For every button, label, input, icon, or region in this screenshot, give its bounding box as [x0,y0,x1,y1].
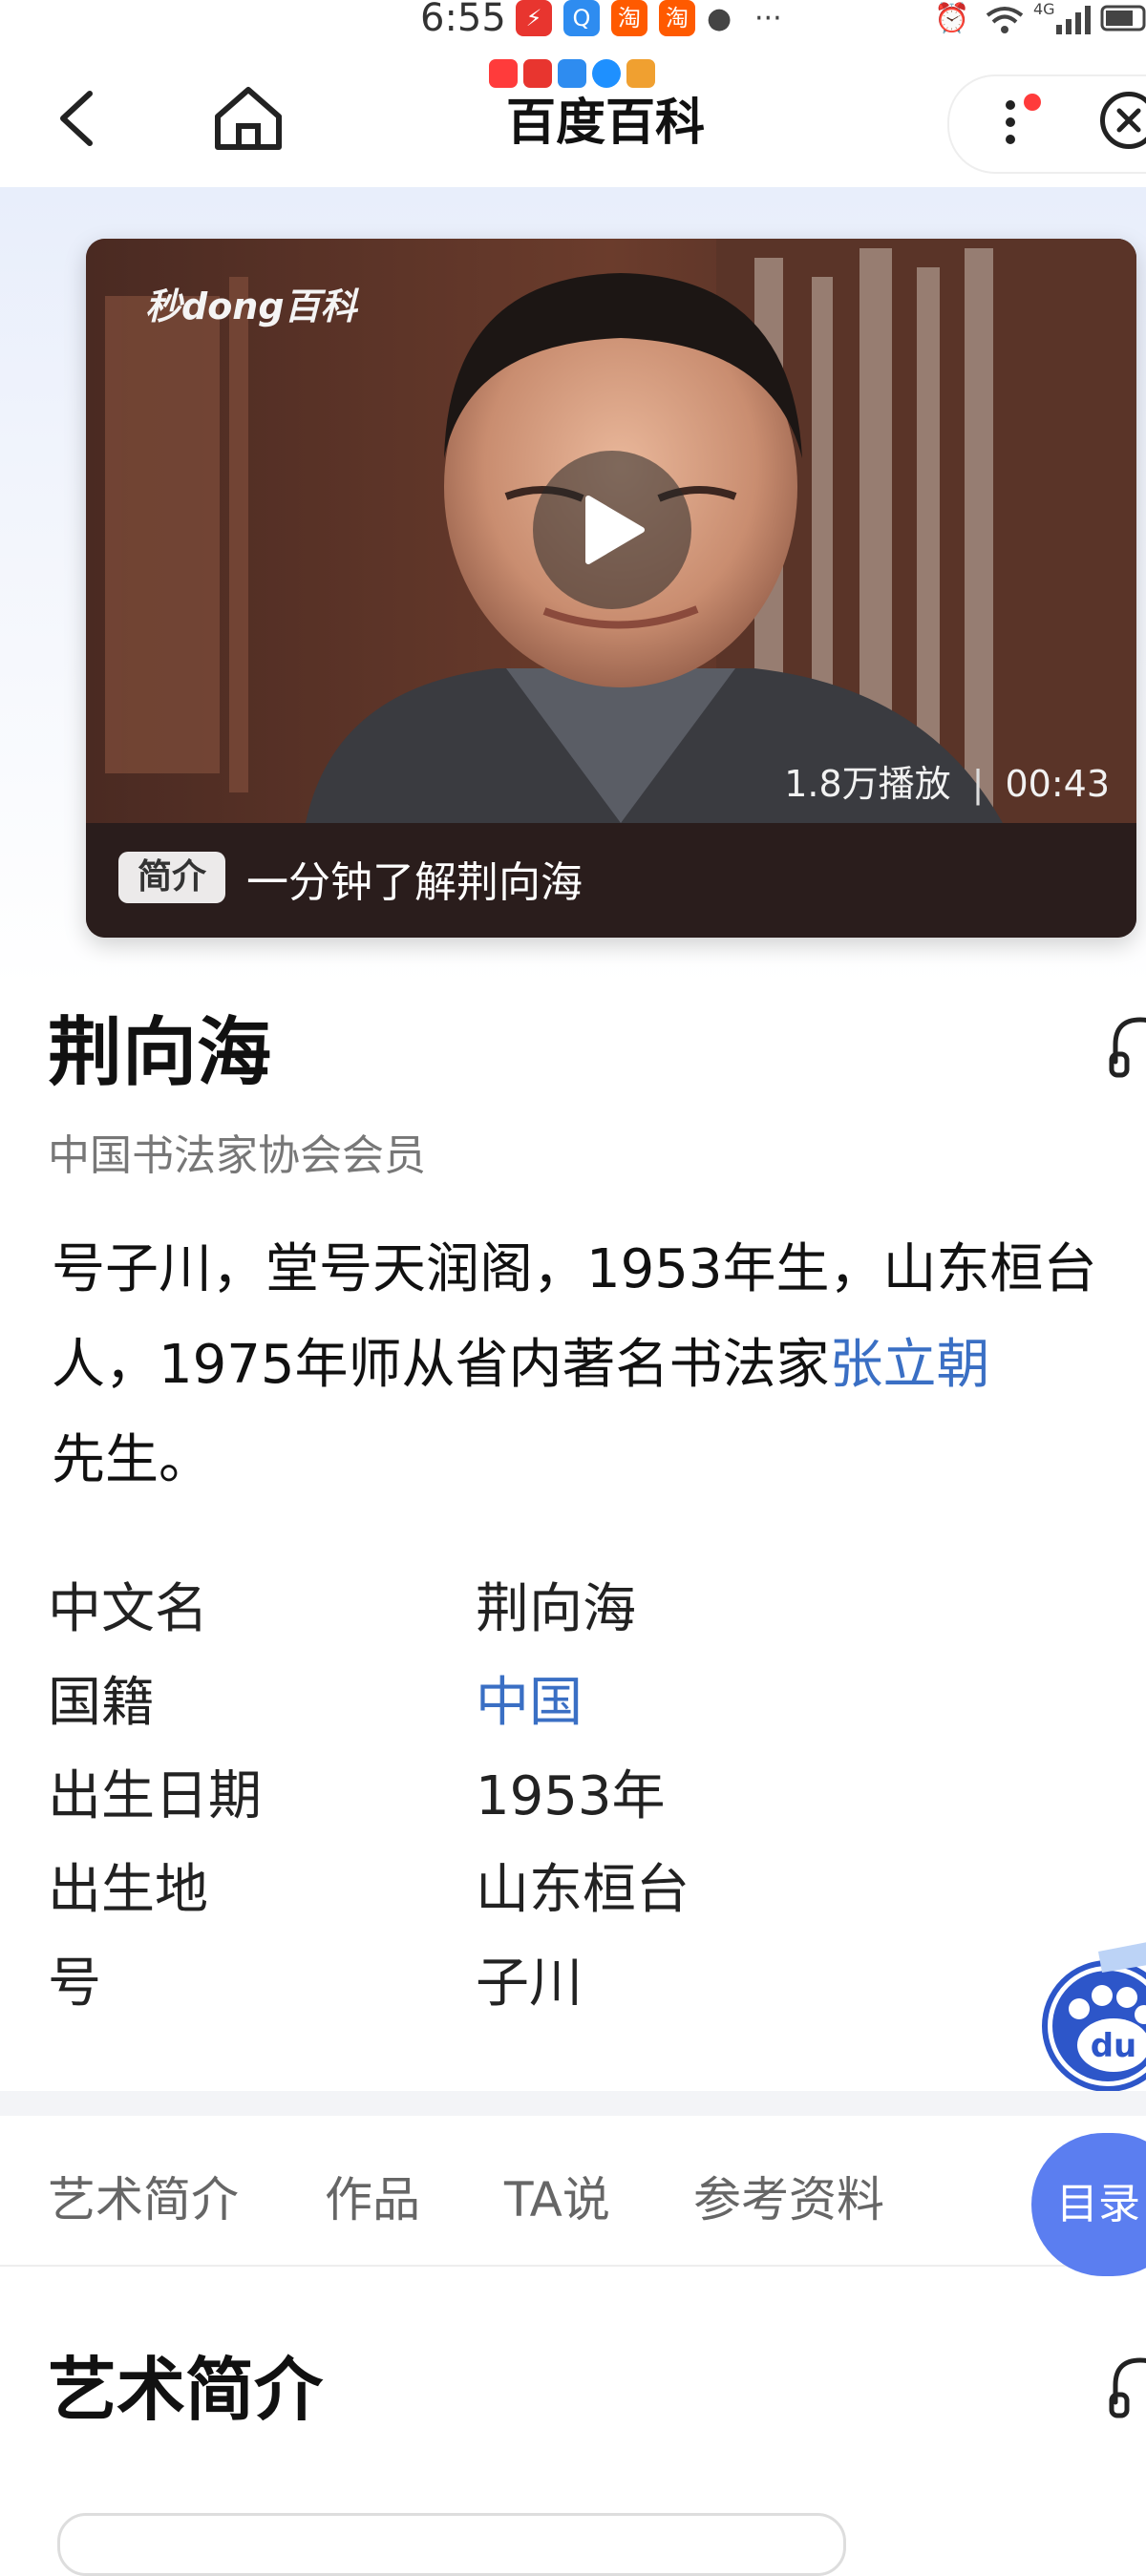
info-label: 出生日期 [48,1765,262,1827]
info-value: 子川 [476,1953,583,2015]
info-row-nationality: 国籍 中国 [48,1659,1098,1736]
info-label: 出生地 [48,1859,208,1921]
taobao-icon: 淘 [611,0,647,36]
summary-text-end: 先生。 [52,1429,212,1491]
page-title: 百度百科 [506,95,706,152]
app-icon-1: ⚡ [516,0,552,36]
status-bar: 6:55 ⚡ Q 淘 淘 ● ··· ⏰ 4G [0,0,1146,53]
back-arrow-icon[interactable] [53,90,111,147]
play-icon [585,496,645,564]
info-value: 山东桓台 [476,1859,690,1921]
headphones-icon[interactable] [1108,1012,1146,1079]
headphones-icon[interactable] [1108,2353,1146,2419]
section-tab-bar: 艺术简介 作品 TA说 参考资料 [0,2116,1146,2267]
section-title: 艺术简介 [48,2350,324,2430]
alarm-icon: ⏰ [934,2,970,35]
tab-references[interactable]: 参考资料 [693,2162,884,2230]
video-duration: 00:43 [1005,763,1110,805]
battery-icon [1100,5,1146,32]
intro-video-card[interactable]: 秒dong百科 1.8万播放 | 00:43 简介 一分钟了解荆向海 [86,239,1136,938]
entry-title: 荆向海 [48,1010,272,1096]
more-notifications-icon: ··· [754,2,782,35]
tab-ta-says[interactable]: TA说 [504,2162,610,2230]
home-icon[interactable] [210,84,286,153]
baidu-mascot-icon[interactable]: du [1031,1927,1146,2091]
video-caption-bar[interactable]: 简介 一分钟了解荆向海 [86,823,1136,938]
info-row-birth-date: 出生日期 1953年 [48,1753,1098,1829]
message-icon: ● [707,2,732,35]
video-brand-logo: 秒dong百科 [145,285,357,327]
close-icon[interactable] [1100,92,1146,149]
entry-subtitle: 中国书法家协会会员 [48,1131,426,1180]
taobao-icon-2: 淘 [659,0,695,36]
info-label: 中文名 [48,1578,208,1640]
top-nav-bar: 百度百科 [0,53,1146,187]
wifi-icon [986,7,1024,33]
section-separator [0,2091,1146,2116]
status-time: 6:55 [420,0,506,40]
more-options-icon[interactable] [999,92,1022,153]
meta-divider: | [971,763,985,805]
info-row-chinese-name: 中文名 荆向海 [48,1566,1098,1642]
intro-badge: 简介 [118,852,225,903]
info-row-pseudonym: 号 子川 [48,1940,1098,2016]
nationality-link[interactable]: 中国 [476,1659,583,1737]
svg-text:du: du [1091,2027,1137,2065]
play-button[interactable] [533,451,691,609]
entry-summary: 号子川，堂号天润阁，1953年生，山东桓台人，1975年师从省内著名书法家张立朝… [52,1222,1146,1509]
tab-art-intro[interactable]: 艺术简介 [48,2162,239,2230]
zhang-lichao-link[interactable]: 张立朝 [830,1334,990,1396]
tab-works[interactable]: 作品 [325,2162,420,2230]
info-row-birthplace: 出生地 山东桓台 [48,1847,1098,1923]
signal-icon [1056,6,1091,34]
info-label: 国籍 [48,1672,155,1734]
info-value: 荆向海 [476,1578,636,1640]
play-count: 1.8万播放 [784,763,951,805]
app-icon-2: Q [563,0,600,36]
video-meta: 1.8万播放 | 00:43 [784,754,1110,807]
network-type-label: 4G [1033,0,1055,18]
video-caption: 一分钟了解荆向海 [246,858,583,907]
info-label: 号 [48,1953,101,2015]
notification-dot [1024,94,1041,111]
info-value: 1953年 [476,1765,666,1827]
bottom-input-bar[interactable] [57,2513,846,2576]
